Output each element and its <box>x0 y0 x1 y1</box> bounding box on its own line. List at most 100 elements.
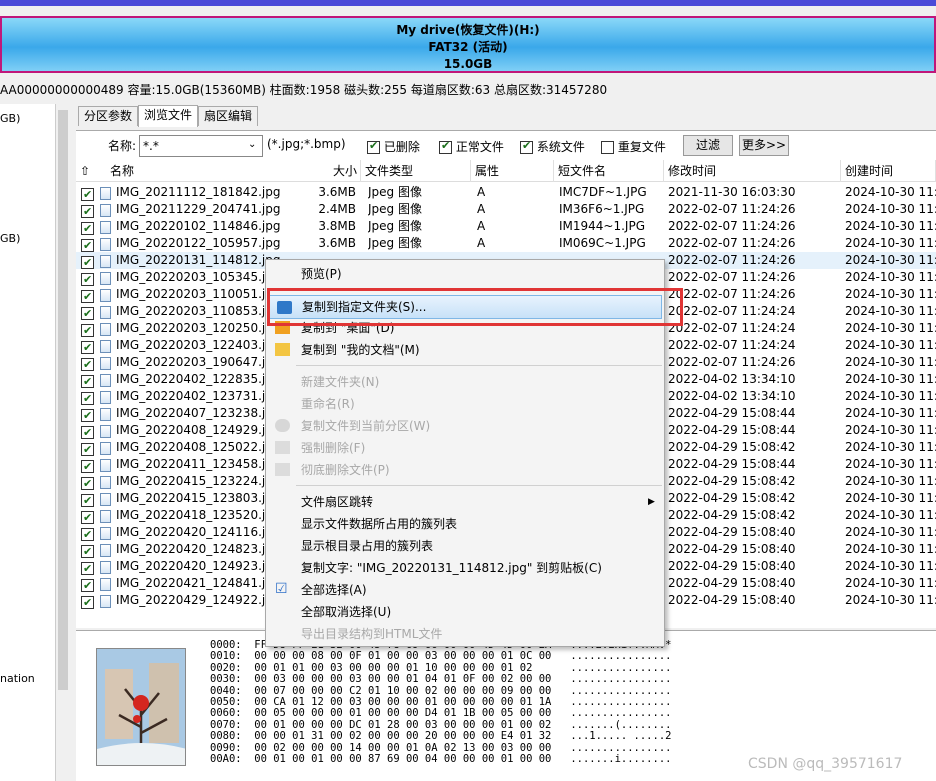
cell-short: IMC7DF~1.JPG <box>559 185 647 199</box>
photo-thumbnail-graphic <box>97 649 185 765</box>
cell-ctime: 2024-10-30 11:5 <box>845 542 936 556</box>
column-size[interactable]: 大小 <box>281 160 361 182</box>
chevron-down-icon[interactable]: ⌄ <box>248 139 256 150</box>
deleted-checkbox[interactable] <box>367 139 380 154</box>
row-checkbox[interactable] <box>81 322 94 339</box>
file-list-header: ⇧ 名称 大小 文件类型 属性 短文件名 修改时间 创建时间 <box>76 160 936 182</box>
partition-title: My drive(恢复文件)(H:) <box>396 23 540 37</box>
row-checkbox[interactable] <box>81 458 94 475</box>
column-modified[interactable]: 修改时间 <box>664 160 841 182</box>
column-created[interactable]: 创建时间 <box>841 160 936 182</box>
table-row[interactable]: IMG_20220122_105957.jpg 3.6MB Jpeg 图像 A IM06… <box>76 235 936 254</box>
file-icon <box>100 476 111 489</box>
row-checkbox[interactable] <box>81 220 94 237</box>
file-icon <box>100 544 111 557</box>
row-checkbox[interactable] <box>81 203 94 220</box>
normal-files-checkbox[interactable] <box>439 139 452 154</box>
tree-item-label[interactable]: nation <box>0 672 35 685</box>
file-icon <box>100 204 111 217</box>
partition-bar[interactable]: My drive(恢复文件)(H:) FAT32 (活动) 15.0GB <box>0 16 936 73</box>
column-attr[interactable]: 属性 <box>471 160 554 182</box>
row-checkbox[interactable] <box>81 356 94 373</box>
cell-ctime: 2024-10-30 11:5 <box>845 525 936 539</box>
file-icon <box>100 272 111 285</box>
duplicate-files-label: 重复文件 <box>617 140 666 154</box>
cell-short: IM069C~1.JPG <box>559 236 646 250</box>
file-icon <box>100 510 111 523</box>
cell-mtime: 2022-02-07 11:24:26 <box>668 253 796 267</box>
duplicate-files-checkbox[interactable] <box>601 141 614 154</box>
more-button[interactable]: 更多>> <box>739 135 789 156</box>
cell-ctime: 2024-10-30 11:5 <box>845 508 936 522</box>
tab-sector-edit[interactable]: 扇区编辑 <box>198 106 259 126</box>
row-checkbox[interactable] <box>81 288 94 305</box>
tree-scrollbar[interactable] <box>55 104 70 781</box>
menu-item-show-clusters[interactable]: 显示文件数据所占用的簇列表 <box>266 513 664 535</box>
column-short-name[interactable]: 短文件名 <box>554 160 664 182</box>
cell-ctime: 2024-10-30 11:5 <box>845 287 936 301</box>
filter-button[interactable]: 过滤 <box>683 135 733 156</box>
cell-mtime: 2022-02-07 11:24:26 <box>668 202 796 216</box>
row-checkbox[interactable] <box>81 526 94 543</box>
hex-line: 0030: 00 03 00 00 00 03 00 00 01 04 01 0… <box>210 673 672 686</box>
row-checkbox[interactable] <box>81 305 94 322</box>
menu-item-sector-jump[interactable]: 文件扇区跳转 ▶ <box>266 491 664 513</box>
cell-mtime: 2022-02-07 11:24:24 <box>668 304 796 318</box>
cell-ctime: 2024-10-30 11:5 <box>845 406 936 420</box>
row-checkbox[interactable] <box>81 237 94 254</box>
name-filter-combo[interactable]: *.* ⌄ <box>139 135 263 157</box>
row-checkbox[interactable] <box>81 441 94 458</box>
table-row[interactable]: IMG_20220102_114846.jpg 3.8MB Jpeg 图像 A IM19… <box>76 218 936 237</box>
tab-partition-params[interactable]: 分区参数 <box>78 106 139 126</box>
row-checkbox[interactable] <box>81 543 94 560</box>
row-checkbox[interactable] <box>81 577 94 594</box>
row-checkbox[interactable] <box>81 424 94 441</box>
partition-fs: FAT32 (活动) <box>428 40 508 54</box>
scrollbar-thumb[interactable] <box>58 110 68 690</box>
table-row[interactable]: IMG_20211229_204741.jpg 2.4MB Jpeg 图像 A IM36… <box>76 201 936 220</box>
row-checkbox[interactable] <box>81 186 94 203</box>
column-type[interactable]: 文件类型 <box>361 160 471 182</box>
cell-ctime: 2024-10-30 11:5 <box>845 338 936 352</box>
cell-size: 3.8MB <box>318 219 356 233</box>
tab-browse-files[interactable]: 浏览文件 <box>138 105 199 127</box>
menu-item-select-all[interactable]: ☑ 全部选择(A) <box>266 579 664 601</box>
menu-item-label: 复制文件到当前分区(W) <box>301 419 431 433</box>
row-checkbox[interactable] <box>81 390 94 407</box>
row-checkbox[interactable] <box>81 475 94 492</box>
row-checkbox[interactable] <box>81 560 94 577</box>
menu-item-copy-text[interactable]: 复制文字: "IMG_20220131_114812.jpg" 到剪贴板(C) <box>266 557 664 579</box>
table-row[interactable]: IMG_20211112_181842.jpg 3.6MB Jpeg 图像 A IMC7… <box>76 184 936 203</box>
row-checkbox[interactable] <box>81 492 94 509</box>
row-checkbox[interactable] <box>81 271 94 288</box>
row-checkbox[interactable] <box>81 407 94 424</box>
disk-info-line: AA00000000000489 容量:15.0GB(15360MB) 柱面数:… <box>0 83 608 97</box>
menu-item-copy-documents[interactable]: 复制到 "我的文档"(M) <box>266 339 664 361</box>
menu-item-show-root-clusters[interactable]: 显示根目录占用的簇列表 <box>266 535 664 557</box>
cell-attr: A <box>477 236 486 250</box>
row-checkbox[interactable] <box>81 509 94 526</box>
file-icon <box>100 595 111 608</box>
tree-item-label[interactable]: GB) <box>0 112 20 125</box>
menu-item-label: 彻底删除文件(P) <box>301 463 390 477</box>
menu-item-new-folder: 新建文件夹(N) <box>301 375 380 389</box>
cell-mtime: 2022-02-07 11:24:26 <box>668 270 796 284</box>
cell-mtime: 2022-04-29 15:08:40 <box>668 559 796 573</box>
cell-name: IMG_20220102_114846.jpg <box>116 219 281 233</box>
row-checkbox[interactable] <box>81 373 94 390</box>
system-files-checkbox[interactable] <box>520 139 533 154</box>
cell-short: IM1944~1.JPG <box>559 219 646 233</box>
row-checkbox[interactable] <box>81 594 94 611</box>
tree-item-label[interactable]: GB) <box>0 232 20 245</box>
row-checkbox[interactable] <box>81 254 94 271</box>
row-checkbox[interactable] <box>81 339 94 356</box>
file-icon <box>100 255 111 268</box>
cell-mtime: 2022-02-07 11:24:26 <box>668 236 796 250</box>
hex-dump[interactable]: 0000: FF D8 FF E1 32 00 45 78 69 66 00 0… <box>210 639 672 765</box>
menu-item-preview[interactable]: 预览(P) <box>266 263 664 285</box>
menu-item-deselect-all[interactable]: 全部取消选择(U) <box>266 601 664 623</box>
up-arrow-icon[interactable]: ⇧ <box>76 160 106 182</box>
image-thumbnail <box>96 648 186 766</box>
cell-mtime: 2022-04-29 15:08:40 <box>668 593 796 607</box>
normal-files-label: 正常文件 <box>455 140 504 154</box>
